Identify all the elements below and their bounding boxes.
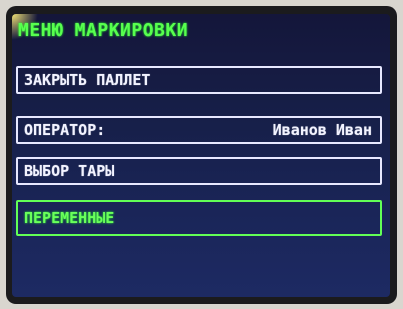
operator-name: Иванов Иван: [272, 121, 372, 139]
menu-item-operator[interactable]: ОПЕРАТОР: Иванов Иван: [16, 116, 382, 144]
menu-item-label: ВЫБОР ТАРЫ: [24, 162, 115, 180]
lcd-screen: [12, 14, 390, 297]
menu-title: МЕНЮ МАРКИРОВКИ: [18, 20, 189, 41]
menu-item-select-container[interactable]: ВЫБОР ТАРЫ: [16, 157, 382, 185]
menu-item-variables[interactable]: ПЕРЕМЕННЫЕ: [16, 200, 382, 236]
menu-item-label: ПЕРЕМЕННЫЕ: [24, 209, 115, 227]
menu-item-label: ОПЕРАТОР:: [24, 121, 106, 139]
menu-item-label: ЗАКРЫТЬ ПАЛЛЕТ: [24, 71, 151, 89]
menu-item-close-pallet[interactable]: ЗАКРЫТЬ ПАЛЛЕТ: [16, 66, 382, 94]
